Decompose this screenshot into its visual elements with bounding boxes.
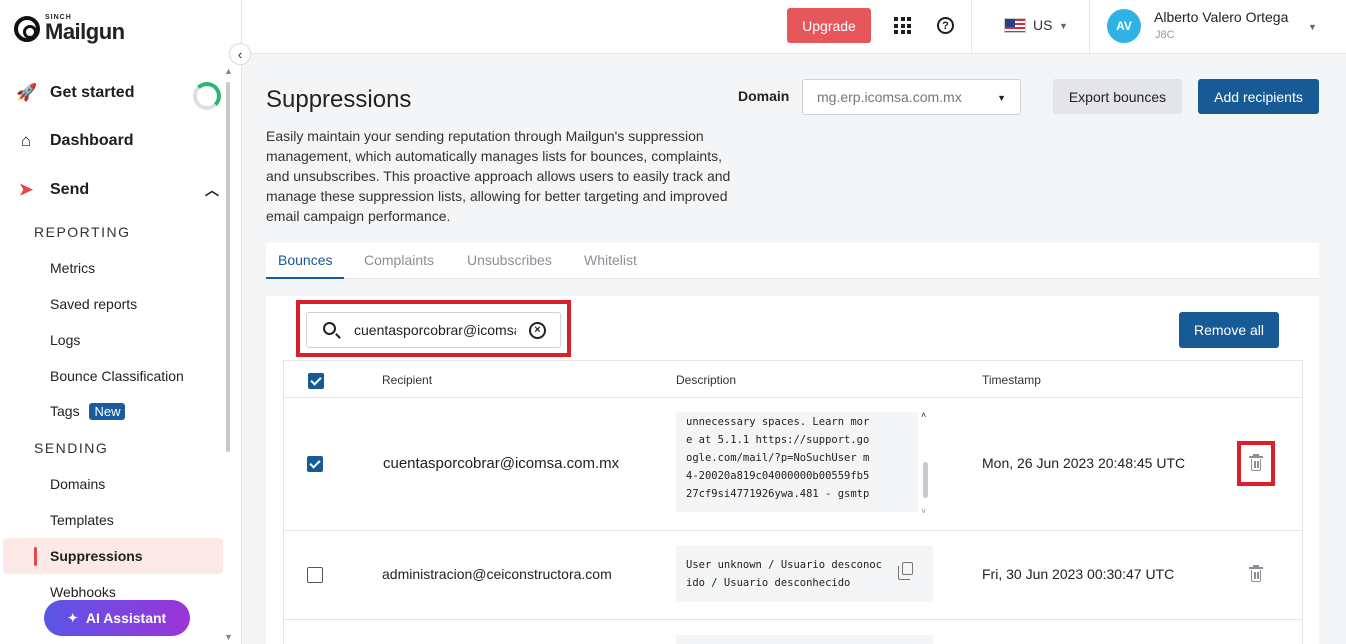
user-org: J8C: [1155, 29, 1175, 41]
description-line: unnecessary spaces. Learn mor: [686, 416, 870, 428]
sidebar-item-dashboard[interactable]: ⌂ Dashboard: [16, 131, 134, 151]
export-bounces-button[interactable]: Export bounces: [1053, 79, 1182, 114]
avatar[interactable]: AV: [1107, 9, 1141, 43]
sidebar-item-logs[interactable]: Logs: [50, 332, 80, 348]
caret-down-icon: ▼: [997, 93, 1006, 103]
caret-down-icon[interactable]: ▼: [1059, 21, 1068, 31]
description-line: 27cf9si4771926ywa.481 - gsmtp: [686, 488, 870, 500]
user-name[interactable]: Alberto Valero Ortega: [1154, 9, 1288, 25]
sidebar: SINCH Mailgun ▲ ▼ 🚀 Get started ⌂ Dashbo…: [0, 0, 242, 644]
sidebar-item-label: Get started: [50, 84, 135, 101]
onboarding-progress-ring: [193, 82, 221, 110]
sidebar-scrollbar[interactable]: ▲ ▼: [224, 66, 233, 642]
domain-select[interactable]: mg.erp.icomsa.com.mx ▼: [802, 79, 1021, 115]
sidebar-item-get-started[interactable]: 🚀 Get started: [16, 83, 134, 103]
sidebar-scroll-thumb[interactable]: [226, 82, 230, 452]
sidebar-item-label: Send: [50, 181, 90, 198]
sidebar-item-domains[interactable]: Domains: [50, 476, 105, 492]
description-line: User unknown / Usuario desconoc: [686, 559, 882, 571]
description-line: 4-20020a819c04000000b00559fb5: [686, 470, 870, 482]
search-input-value[interactable]: cuentasporcobrar@icomsa: [354, 322, 516, 338]
divider: [1089, 0, 1090, 54]
description-line: ido / Usuario desconhecido: [686, 577, 851, 589]
description-scroll-thumb[interactable]: [923, 462, 928, 498]
suppression-tabs: Bounces Complaints Unsubscribes Whitelis…: [266, 243, 1319, 279]
header-timestamp[interactable]: Timestamp: [982, 373, 1041, 387]
divider: [284, 530, 1302, 531]
scroll-down-icon[interactable]: ▼: [224, 632, 233, 642]
header-recipient[interactable]: Recipient: [382, 373, 432, 387]
divider: [971, 0, 972, 54]
logo-mailgun-text: Mailgun: [45, 19, 125, 44]
paper-plane-icon: ➤: [18, 180, 34, 199]
home-icon: ⌂: [20, 131, 32, 150]
caret-down-icon[interactable]: ▼: [1308, 22, 1317, 32]
mailgun-logo[interactable]: SINCH Mailgun: [14, 14, 125, 43]
tab-unsubscribes[interactable]: Unsubscribes: [467, 252, 552, 268]
mailgun-logo-icon: [14, 15, 40, 42]
region-selector[interactable]: US: [1033, 17, 1052, 33]
select-all-checkbox[interactable]: [308, 373, 324, 389]
description-box: User unknown / Usuario desconoc ido / Us…: [676, 546, 933, 602]
divider: [284, 619, 1302, 620]
section-reporting: REPORTING: [34, 224, 131, 240]
sidebar-item-saved-reports[interactable]: Saved reports: [50, 296, 137, 312]
scroll-down-icon[interactable]: ˅: [921, 506, 926, 516]
top-bar: Upgrade ? US ▼ AV Alberto Valero Ortega …: [242, 0, 1346, 54]
sidebar-item-webhooks[interactable]: Webhooks: [50, 584, 116, 600]
trash-icon[interactable]: [1249, 565, 1263, 582]
tab-whitelist[interactable]: Whitelist: [584, 252, 637, 268]
sparkle-icon: ✦: [67, 611, 78, 625]
upgrade-button[interactable]: Upgrade: [787, 8, 871, 43]
ai-assistant-label: AI Assistant: [85, 610, 167, 626]
apps-grid-icon[interactable]: [894, 17, 911, 34]
sidebar-item-tags[interactable]: Tags New: [50, 403, 126, 420]
timestamp: Mon, 26 Jun 2023 20:48:45 UTC: [982, 455, 1186, 471]
description-line: ogle.com/mail/?p=NoSuchUser m: [686, 452, 870, 464]
row-checkbox[interactable]: [307, 567, 323, 583]
search-icon: [323, 322, 336, 335]
sidebar-item-metrics[interactable]: Metrics: [50, 260, 95, 276]
chevron-left-icon: ‹: [237, 46, 243, 62]
rocket-icon: 🚀: [16, 83, 38, 102]
remove-all-button[interactable]: Remove all: [1179, 312, 1279, 348]
section-sending: SENDING: [34, 440, 109, 456]
recipient-email: administracion@ceiconstructora.com: [382, 566, 612, 582]
recipient-email: cuentasporcobrar@icomsa.com.mx: [383, 455, 620, 472]
row-checkbox[interactable]: [307, 456, 323, 472]
description-box: unnecessary spaces. Learn mor e at 5.1.1…: [676, 412, 918, 512]
domain-select-value: mg.erp.icomsa.com.mx: [817, 89, 962, 105]
sidebar-item-bounce-classification[interactable]: Bounce Classification: [50, 368, 184, 384]
search-input[interactable]: cuentasporcobrar@icomsa ×: [306, 312, 561, 348]
us-flag-icon[interactable]: [1004, 18, 1026, 33]
scroll-up-icon[interactable]: ▲: [224, 66, 233, 76]
trash-icon[interactable]: [1249, 454, 1263, 471]
divider: [284, 397, 1302, 398]
sidebar-item-templates[interactable]: Templates: [50, 512, 114, 528]
collapse-sidebar-button[interactable]: ‹: [229, 43, 251, 65]
scroll-up-icon[interactable]: ˄: [921, 410, 926, 420]
add-recipients-button[interactable]: Add recipients: [1198, 79, 1319, 114]
sidebar-item-send[interactable]: ➤ Send: [16, 180, 89, 200]
sidebar-item-label: Tags: [50, 403, 80, 419]
page-description: Easily maintain your sending reputation …: [266, 128, 731, 224]
sidebar-item-label: Dashboard: [50, 132, 134, 149]
active-tab-indicator: [266, 277, 344, 279]
sidebar-item-suppressions[interactable]: Suppressions: [50, 548, 143, 564]
tab-complaints[interactable]: Complaints: [364, 252, 434, 268]
new-badge: New: [89, 403, 126, 420]
tab-bounces[interactable]: Bounces: [278, 252, 332, 268]
copy-icon[interactable]: [898, 562, 913, 580]
chevron-up-icon[interactable]: ︿: [205, 180, 219, 200]
page-title: Suppressions: [266, 86, 412, 113]
description-scrollbar[interactable]: ˄ ˅: [921, 410, 931, 516]
ai-assistant-button[interactable]: ✦ AI Assistant: [44, 600, 190, 636]
help-icon[interactable]: ?: [937, 17, 954, 34]
description-box: [676, 635, 933, 644]
header-description[interactable]: Description: [676, 373, 736, 387]
timestamp: Fri, 30 Jun 2023 00:30:47 UTC: [982, 566, 1175, 582]
domain-label: Domain: [738, 88, 790, 104]
clear-search-icon[interactable]: ×: [529, 322, 546, 339]
description-line: e at 5.1.1 https://support.go: [686, 434, 870, 446]
